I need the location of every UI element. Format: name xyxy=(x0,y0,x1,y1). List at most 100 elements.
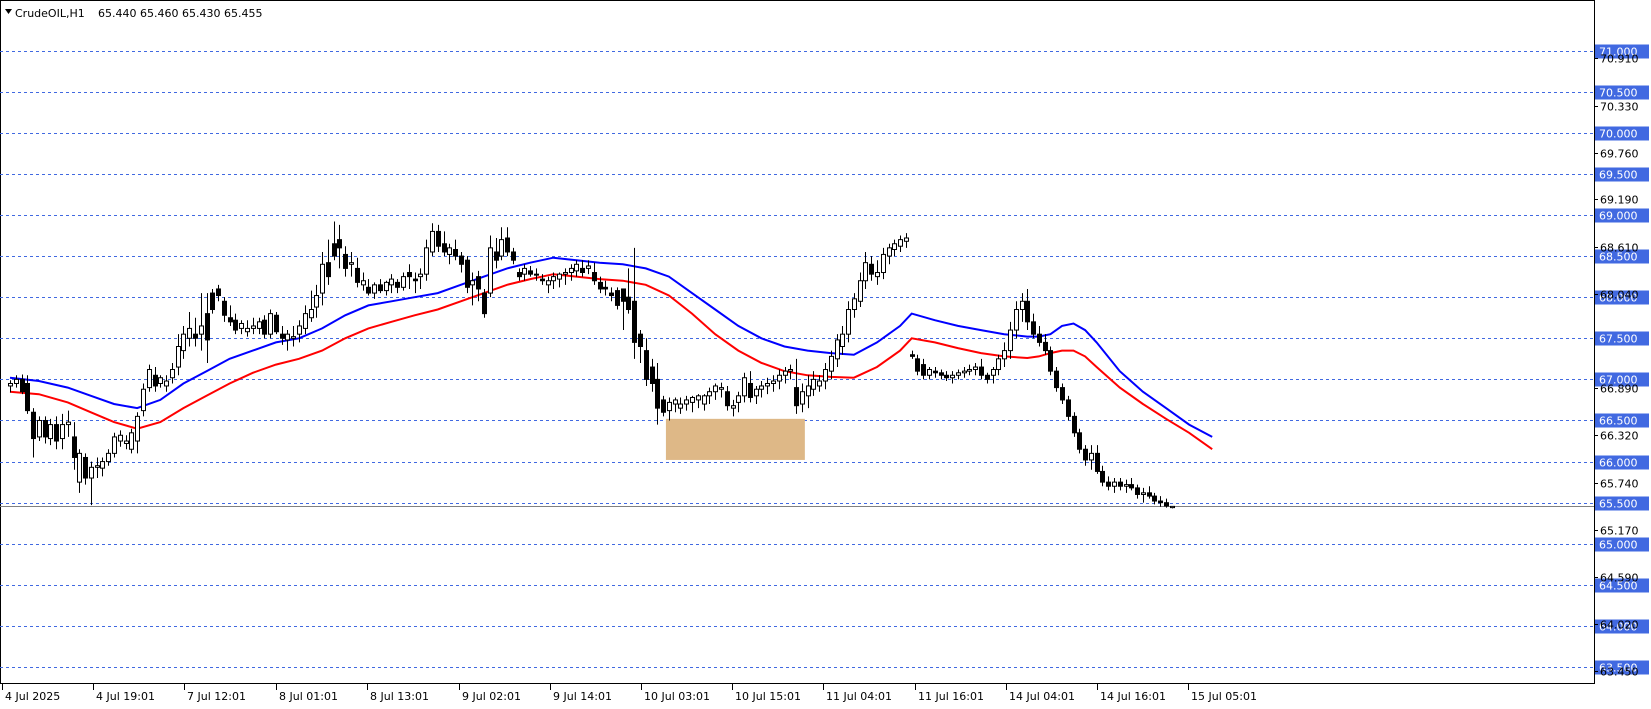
candle-up xyxy=(309,309,314,319)
level-label: 69.500 xyxy=(1599,169,1638,182)
candle-up xyxy=(1020,300,1025,311)
candle-up xyxy=(170,369,175,379)
candle-up xyxy=(731,405,736,409)
time-tick-label: 14 Jul 04:01 xyxy=(1009,690,1075,703)
ohlc-text: 65.440 65.460 65.430 65.455 xyxy=(98,7,262,20)
candle-up xyxy=(158,377,163,384)
candle-down xyxy=(794,387,799,407)
candle-down xyxy=(609,292,614,297)
candle-down xyxy=(1054,370,1059,389)
candle-down xyxy=(869,263,874,275)
candle-up xyxy=(713,385,718,393)
candle-down xyxy=(442,243,447,253)
candle-up xyxy=(840,333,845,348)
candle-down xyxy=(1147,492,1152,497)
candle-up xyxy=(251,325,256,329)
candle-down xyxy=(280,333,285,339)
price-tick-label: 64.590 xyxy=(1600,572,1639,585)
candle-down xyxy=(915,358,920,372)
candle-up xyxy=(285,333,290,341)
candle-up xyxy=(268,313,273,335)
candle-up xyxy=(470,280,475,286)
candle-up xyxy=(245,327,250,333)
candle-up xyxy=(991,369,996,376)
level-label: 65.000 xyxy=(1599,539,1638,552)
candle-up xyxy=(852,298,857,311)
candle-down xyxy=(985,374,990,380)
candle-up xyxy=(372,284,377,294)
candle-down xyxy=(598,281,603,290)
candle-up xyxy=(320,263,325,294)
candle-up xyxy=(806,385,811,397)
candle-down xyxy=(476,276,481,290)
candle-down xyxy=(54,424,59,442)
candle-down xyxy=(1077,432,1082,450)
candle-up xyxy=(973,366,978,371)
time-tick-label: 10 Jul 03:01 xyxy=(644,690,710,703)
candle-up xyxy=(736,395,741,403)
candle-down xyxy=(1100,470,1105,483)
candle-down xyxy=(1106,481,1111,487)
candle-up xyxy=(875,272,880,278)
candle-up xyxy=(147,369,152,389)
candle-down xyxy=(1118,481,1123,487)
candle-up xyxy=(863,262,868,282)
level-label: 66.000 xyxy=(1599,457,1638,470)
candle-up xyxy=(586,265,591,269)
candle-down xyxy=(43,419,48,438)
price-chart[interactable]: 71.00070.50070.00069.50069.00068.50068.0… xyxy=(0,0,1651,705)
time-tick-label: 9 Jul 14:01 xyxy=(553,690,612,703)
candle-down xyxy=(661,399,666,413)
candle-up xyxy=(135,415,140,442)
candle-up xyxy=(777,374,782,382)
candle-down xyxy=(632,300,637,343)
candle-up xyxy=(881,253,886,274)
candle-up xyxy=(1170,505,1175,509)
candle-down xyxy=(1083,448,1088,461)
price-tick-label: 65.740 xyxy=(1600,478,1639,491)
candle-up xyxy=(361,280,366,286)
candle-down xyxy=(228,317,233,323)
candle-up xyxy=(66,421,71,426)
candle-up xyxy=(291,336,296,339)
price-tick-label: 68.610 xyxy=(1600,242,1639,255)
candle-up xyxy=(551,276,556,282)
candle-down xyxy=(1129,484,1134,489)
candle-down xyxy=(343,253,348,269)
time-tick-label: 11 Jul 16:01 xyxy=(918,690,984,703)
candle-up xyxy=(829,355,834,372)
candle-up xyxy=(1002,350,1007,360)
level-label: 70.500 xyxy=(1599,87,1638,100)
price-tick-label: 70.910 xyxy=(1600,53,1639,66)
candle-up xyxy=(106,452,111,463)
candle-up xyxy=(187,327,192,339)
candle-up xyxy=(569,267,574,274)
candle-up xyxy=(95,465,100,468)
level-label: 66.500 xyxy=(1599,415,1638,428)
candle-down xyxy=(210,292,215,311)
candle-down xyxy=(944,374,949,379)
candle-up xyxy=(690,396,695,403)
candle-down xyxy=(193,333,198,339)
candle-down xyxy=(20,378,25,393)
candle-up xyxy=(678,403,683,409)
candle-down xyxy=(326,262,331,278)
time-tick-label: 8 Jul 01:01 xyxy=(279,690,338,703)
candle-down xyxy=(979,366,984,376)
chart-area[interactable]: 71.000 70.500 70.000 69.500 69.000 68.500 68.0… xyxy=(0,0,1651,705)
time-tick-label: 14 Jul 16:01 xyxy=(1100,690,1166,703)
candle-up xyxy=(817,380,822,387)
candle-down xyxy=(644,350,649,380)
level-label: 65.500 xyxy=(1599,498,1638,511)
candle-up xyxy=(684,399,689,405)
candle-down xyxy=(725,391,730,407)
time-tick-label: 15 Jul 05:01 xyxy=(1191,690,1257,703)
candle-up xyxy=(239,322,244,329)
candle-down xyxy=(233,319,238,331)
candle-down xyxy=(655,378,660,409)
candle-down xyxy=(748,382,753,398)
candle-down xyxy=(528,270,533,275)
candle-down xyxy=(274,314,279,333)
candle-up xyxy=(1112,481,1117,487)
zone-layer xyxy=(665,418,805,460)
